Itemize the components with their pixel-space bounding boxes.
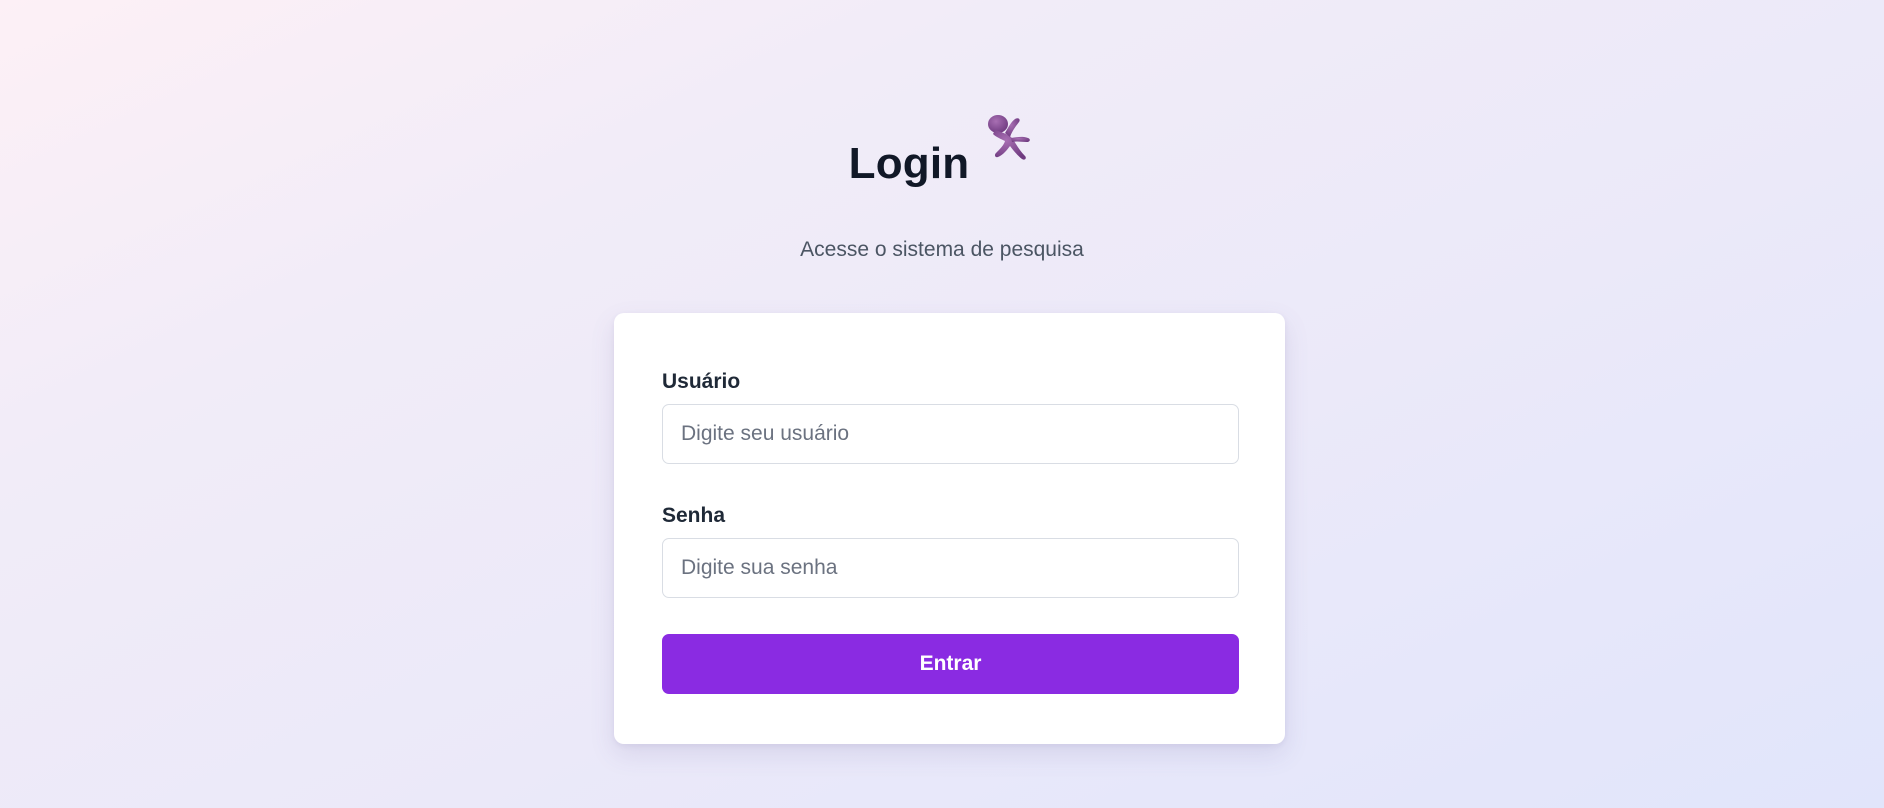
password-input[interactable]	[662, 538, 1239, 598]
username-input[interactable]	[662, 404, 1239, 464]
login-header: Login	[0, 110, 1884, 186]
login-submit-button[interactable]: Entrar	[662, 634, 1239, 694]
username-field-group: Usuário	[662, 369, 1239, 464]
password-label: Senha	[662, 504, 726, 527]
page-title: Login	[848, 139, 970, 188]
page-subtitle: Acesse o sistema de pesquisa	[800, 238, 1084, 261]
purple-figure-icon	[981, 110, 1035, 164]
login-card: Usuário Senha Entrar	[614, 313, 1285, 744]
title-row: Login	[849, 110, 1036, 186]
password-field-group: Senha	[662, 503, 1239, 598]
username-label: Usuário	[662, 370, 741, 393]
